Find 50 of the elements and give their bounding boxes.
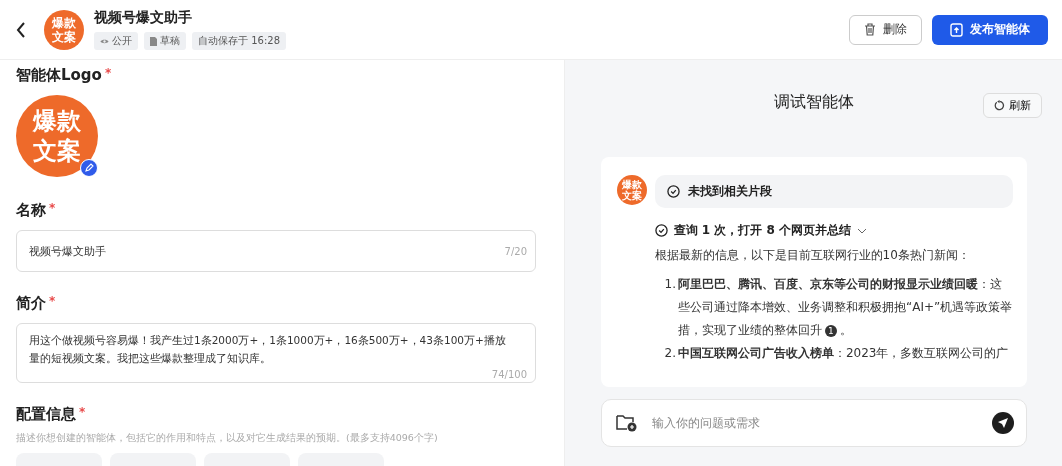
list-item-text: 中国互联网公司广告收入榜单：2023年，多数互联网公司的广 [677, 345, 1009, 362]
character-count: 7/20 [504, 245, 527, 257]
logo-text: 爆款 [33, 106, 81, 136]
send-icon [996, 417, 1009, 429]
document-icon [150, 36, 157, 46]
agent-title: 视频号爆文助手 [94, 9, 193, 27]
field-label: 名称 [16, 201, 46, 220]
refresh-icon [994, 100, 1005, 111]
list-item-text: 阿里巴巴、腾讯、百度、京东等公司的财报显示业绩回暖：这些公司通过降本增效、业务调整和积极拥抱“AI+”机遇等政策举措，实现了业绩的整体回升 1 。 [677, 276, 1013, 339]
logo-text: 文案 [33, 136, 81, 166]
status-tag: 自动保存于 16:28 [192, 32, 286, 50]
required-mark: * [104, 66, 112, 82]
publish-button[interactable]: 发布智能体 [932, 14, 1048, 45]
edit-icon[interactable] [80, 159, 98, 177]
refresh-button[interactable]: 刷新 [983, 93, 1042, 118]
field-label: 配置信息 [16, 405, 76, 424]
chat-input[interactable]: 输入你的问题或需求 [600, 399, 1027, 447]
required-mark: * [49, 294, 56, 310]
logo-text: 文案 [52, 29, 76, 44]
panel-title: 调试智能体 [773, 91, 854, 113]
trash-icon [864, 23, 876, 36]
answer-text: 根据最新的信息，以下是目前互联网行业的10条热门新闻： [654, 247, 971, 264]
field-label: 简介 [16, 294, 46, 313]
character-count: 74/100 [491, 369, 527, 381]
name-field[interactable]: 视频号爆文助手 7/20 [16, 230, 536, 272]
intro-field[interactable]: 用这个做视频号容易爆！我产生过1条2000万+，1条1000万+，16条500万+，43条100万+播放量的短视频文案。我把这些爆款整理成了知识库。 74/100 [16, 323, 536, 383]
status-tag: 公开 [94, 32, 138, 50]
required-mark: * [49, 201, 56, 217]
status-text: 未找到相关片段 [687, 183, 772, 200]
upload-icon [950, 22, 963, 37]
logo-text: 文案 [621, 190, 642, 201]
message-input[interactable]: 输入你的问题或需求 [649, 415, 980, 431]
required-mark: * [79, 405, 86, 421]
delete-button[interactable]: 删除 [849, 14, 922, 45]
eye-icon [100, 37, 109, 45]
search-summary-toggle[interactable]: 查询 1 次，打开 8 个网页并总结 [654, 222, 867, 239]
list-number: 1. [664, 276, 676, 293]
field-hint: 描述你想创建的智能体，包括它的作用和特点，以及对它生成结果的预期。(最多支持4096个字) [16, 432, 439, 445]
chevron-down-icon [856, 227, 867, 234]
field-value: 用这个做视频号容易爆！我产生过1条2000万+，1条1000万+，16条500万+，43条100万+播放量的短视频文案。我把这些爆款整理成了知识库。 [29, 333, 507, 366]
status-tag: 草稿 [144, 32, 186, 50]
send-button[interactable] [991, 412, 1014, 434]
field-label: 智能体Logo [16, 66, 102, 85]
folder-plus-icon[interactable] [615, 414, 638, 432]
check-circle-icon [654, 224, 668, 237]
field-value: 视频号爆文助手 [29, 243, 106, 259]
check-circle-icon [666, 185, 680, 198]
list-number: 2. [664, 345, 676, 362]
logo-text: 爆款 [621, 179, 642, 190]
logo-text: 爆款 [52, 15, 76, 30]
